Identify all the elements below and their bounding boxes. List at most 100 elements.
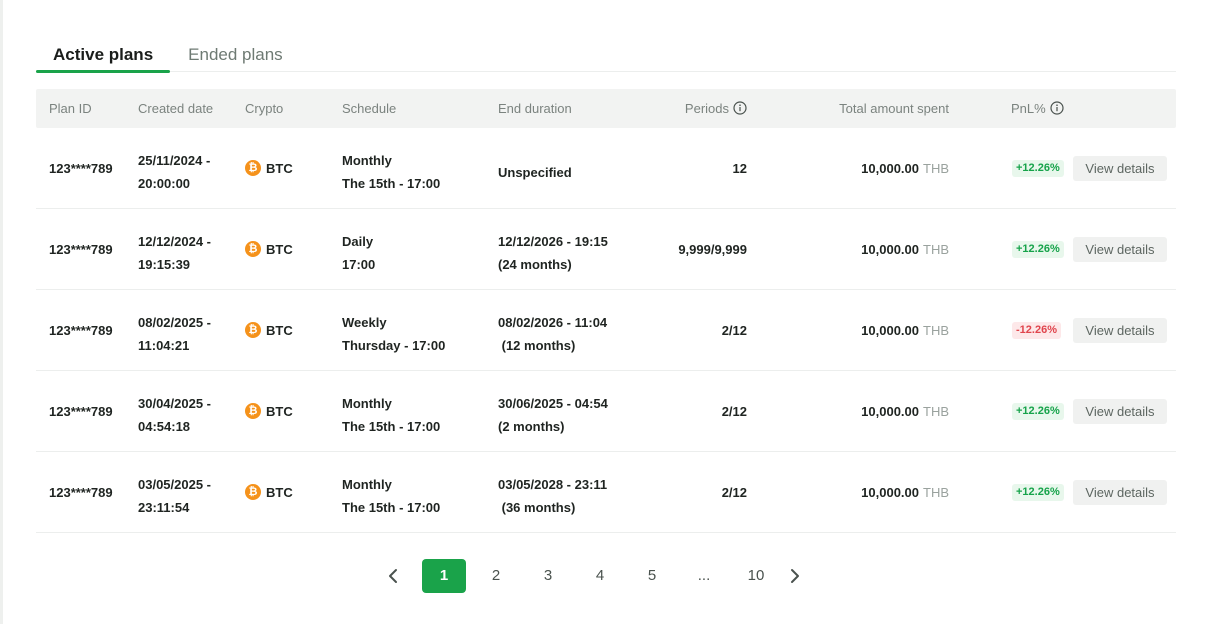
created-date-time: 20:00:00 bbox=[138, 176, 191, 191]
schedule-time: The 15th - 17:00 bbox=[342, 500, 441, 515]
crypto: ₿ BTC bbox=[245, 160, 293, 176]
schedule-frequency: Daily bbox=[342, 234, 374, 249]
schedule-time: The 15th - 17:00 bbox=[342, 176, 441, 191]
page-button-1[interactable]: 1 bbox=[422, 559, 466, 593]
plan-id: 123****789 bbox=[49, 485, 113, 500]
schedule-time: 17:00 bbox=[342, 257, 376, 272]
crypto-symbol: BTC bbox=[266, 484, 293, 500]
pnl-badge: -12.26% bbox=[1012, 322, 1061, 339]
page-button-2[interactable]: 2 bbox=[470, 559, 522, 593]
plans-table: Plan ID Created date Crypto Schedule End… bbox=[36, 89, 1176, 533]
crypto-symbol: BTC bbox=[266, 403, 293, 419]
end-date: 12/12/2026 - 19:15 bbox=[498, 234, 608, 249]
table-row: 123****789 30/04/2025 - 04:54:18 ₿ BTC Monthl… bbox=[36, 371, 1176, 452]
total-amount-spent: 10,000.00 THB bbox=[861, 485, 949, 500]
pnl-badge: +12.26% bbox=[1012, 160, 1064, 177]
info-icon[interactable] bbox=[1050, 101, 1064, 115]
left-edge-divider bbox=[0, 0, 3, 624]
schedule: Monthly The 15th - 17:00 bbox=[342, 473, 440, 519]
amount-value: 10,000.00 bbox=[861, 323, 919, 338]
view-details-button[interactable]: View details bbox=[1073, 237, 1167, 262]
crypto-symbol: BTC bbox=[266, 322, 293, 338]
end-duration-months: (2 months) bbox=[498, 419, 565, 434]
created-date-time: 04:54:18 bbox=[138, 419, 191, 434]
end-date: Unspecified bbox=[498, 165, 572, 180]
periods: 2/12 bbox=[721, 323, 747, 338]
btc-icon: ₿ bbox=[245, 241, 261, 257]
view-details-button[interactable]: View details bbox=[1073, 480, 1167, 505]
view-details-button[interactable]: View details bbox=[1073, 156, 1167, 181]
page-list: 1 2 3 4 5... 10 bbox=[406, 559, 782, 593]
table-row: 123****789 03/05/2025 - 23:11:54 ₿ BTC Monthl… bbox=[36, 452, 1176, 533]
created-date: 03/05/2025 - 23:11:54 bbox=[138, 473, 238, 519]
created-date: 12/12/2024 - 19:15:39 bbox=[138, 230, 238, 276]
end-duration: 30/06/2025 - 04:54 (2 months) bbox=[498, 392, 608, 438]
tab-ended-plans[interactable]: Ended plans bbox=[170, 38, 283, 72]
created-date-day: 03/05/2025 - bbox=[138, 477, 212, 492]
end-date: 03/05/2028 - 23:11 bbox=[498, 477, 608, 492]
btc-icon: ₿ bbox=[245, 322, 261, 338]
schedule: Monthly The 15th - 17:00 bbox=[342, 392, 440, 438]
crypto-symbol: BTC bbox=[266, 241, 293, 257]
header-crypto: Crypto bbox=[245, 101, 284, 116]
amount-value: 10,000.00 bbox=[861, 404, 919, 419]
amount-currency: THB bbox=[923, 242, 949, 257]
header-total-spent: Total amount spent bbox=[839, 101, 949, 116]
amount-value: 10,000.00 bbox=[861, 161, 919, 176]
schedule: Monthly The 15th - 17:00 bbox=[342, 149, 440, 195]
end-date: 30/06/2025 - 04:54 bbox=[498, 396, 608, 411]
pnl-badge: +12.26% bbox=[1012, 241, 1064, 258]
end-duration: 03/05/2028 - 23:11 (36 months) bbox=[498, 473, 607, 519]
created-date-time: 23:11:54 bbox=[138, 500, 190, 515]
header-created-date: Created date bbox=[138, 101, 214, 116]
header-periods: Periods bbox=[685, 89, 747, 128]
table-body: 123****789 25/11/2024 - 20:00:00 ₿ BTC Monthl… bbox=[36, 128, 1176, 533]
plan-id: 123****789 bbox=[49, 161, 113, 176]
end-date: 08/02/2026 - 11:04 bbox=[498, 315, 608, 330]
crypto: ₿ BTC bbox=[245, 484, 293, 500]
view-details-button[interactable]: View details bbox=[1073, 399, 1167, 424]
end-duration-months: (12 months) bbox=[498, 338, 576, 353]
info-icon[interactable] bbox=[733, 101, 747, 115]
periods: 12 bbox=[732, 161, 747, 176]
created-date-day: 25/11/2024 - bbox=[138, 153, 211, 168]
schedule-time: Thursday - 17:00 bbox=[342, 338, 446, 353]
end-duration: 12/12/2026 - 19:15 (24 months) bbox=[498, 230, 608, 276]
schedule: Weekly Thursday - 17:00 bbox=[342, 311, 445, 357]
page-button-10[interactable]: 10 bbox=[730, 559, 782, 593]
page-button-5[interactable]: 5 bbox=[626, 559, 678, 593]
prev-page-button[interactable] bbox=[380, 559, 406, 593]
crypto: ₿ BTC bbox=[245, 322, 293, 338]
created-date: 25/11/2024 - 20:00:00 bbox=[138, 149, 238, 195]
schedule-frequency: Weekly bbox=[342, 315, 387, 330]
table-row: 123****789 08/02/2025 - 11:04:21 ₿ BTC Weekly… bbox=[36, 290, 1176, 371]
header-schedule: Schedule bbox=[342, 101, 397, 116]
amount-currency: THB bbox=[923, 323, 949, 338]
pagination: 1 2 3 4 5... 10 bbox=[380, 559, 808, 593]
tab-active-plans[interactable]: Active plans bbox=[36, 38, 171, 73]
created-date-time: 11:04:21 bbox=[138, 338, 190, 353]
btc-icon: ₿ bbox=[245, 160, 261, 176]
chevron-right-icon bbox=[791, 569, 799, 583]
plan-id: 123****789 bbox=[49, 242, 113, 257]
end-duration: Unspecified bbox=[498, 161, 572, 184]
created-date-day: 12/12/2024 - bbox=[138, 234, 212, 249]
created-date: 30/04/2025 - 04:54:18 bbox=[138, 392, 238, 438]
header-end-duration: End duration bbox=[498, 101, 572, 116]
btc-icon: ₿ bbox=[245, 484, 261, 500]
header-pnl: PnL% bbox=[1011, 89, 1064, 128]
total-amount-spent: 10,000.00 THB bbox=[861, 323, 949, 338]
page-ellipsis: ... bbox=[697, 567, 711, 584]
chevron-left-icon bbox=[389, 569, 397, 583]
schedule: Daily 17:00 bbox=[342, 230, 375, 276]
next-page-button[interactable] bbox=[782, 559, 808, 593]
page-button-3[interactable]: 3 bbox=[522, 559, 574, 593]
total-amount-spent: 10,000.00 THB bbox=[861, 242, 949, 257]
header-periods-label: Periods bbox=[684, 101, 729, 116]
crypto: ₿ BTC bbox=[245, 241, 293, 257]
schedule-time: The 15th - 17:00 bbox=[342, 419, 441, 434]
header-plan-id: Plan ID bbox=[49, 101, 92, 116]
page-button-4[interactable]: 4 bbox=[574, 559, 626, 593]
view-details-button[interactable]: View details bbox=[1073, 318, 1167, 343]
table-row: 123****789 12/12/2024 - 19:15:39 ₿ BTC Daily 1… bbox=[36, 209, 1176, 290]
